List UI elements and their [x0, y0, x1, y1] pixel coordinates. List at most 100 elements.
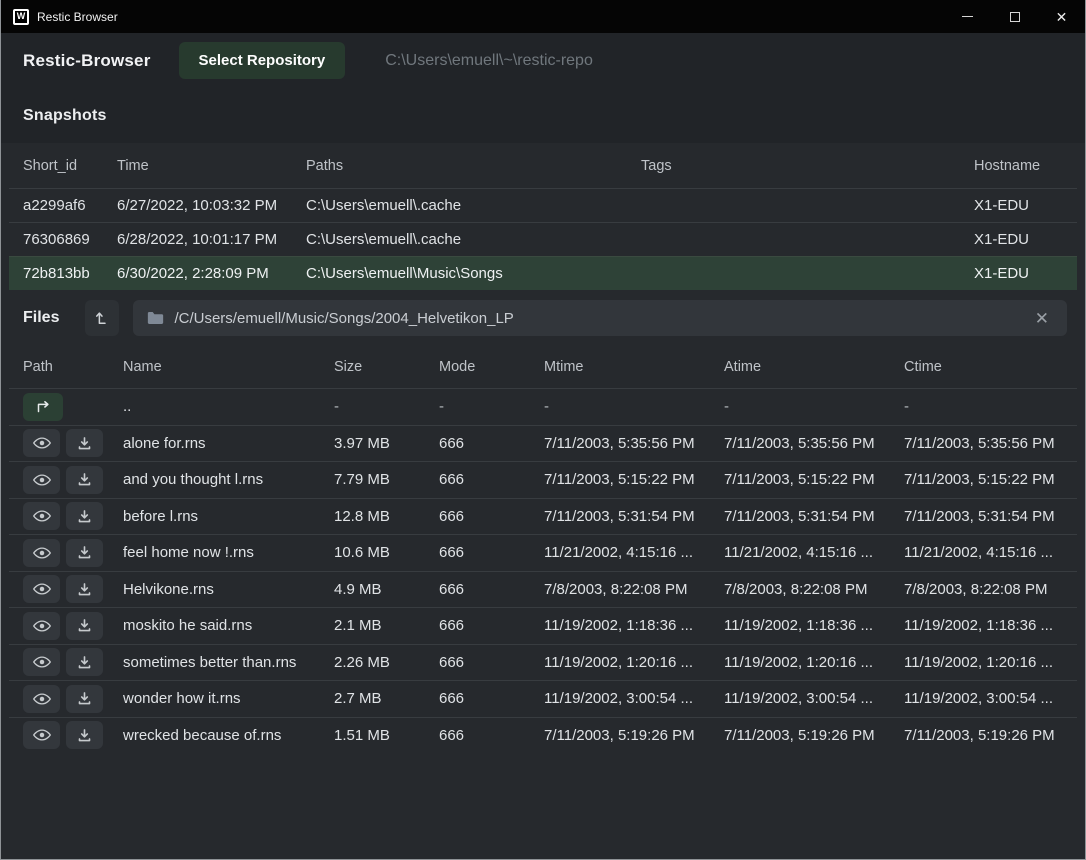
download-button[interactable]	[66, 539, 103, 567]
file-name: alone for.rns	[123, 435, 334, 452]
app-header: Restic-Browser Select Repository C:\User…	[1, 33, 1085, 88]
current-path-bar[interactable]: /C/Users/emuell/Music/Songs/2004_Helveti…	[133, 300, 1067, 336]
file-name: sometimes better than.rns	[123, 654, 334, 671]
download-icon	[77, 691, 92, 706]
download-button[interactable]	[66, 612, 103, 640]
file-mtime: 11/19/2002, 1:18:36 ...	[544, 617, 724, 634]
file-mode: 666	[439, 508, 544, 525]
file-mtime: 7/11/2003, 5:15:22 PM	[544, 471, 724, 488]
preview-button[interactable]	[23, 721, 60, 749]
eye-icon	[33, 546, 51, 560]
maximize-button[interactable]	[991, 0, 1038, 33]
snapshot-row-selected[interactable]: 72b813bb 6/30/2022, 2:28:09 PM C:\Users\…	[9, 256, 1077, 290]
window-title: Restic Browser	[37, 10, 118, 24]
snapshot-paths: C:\Users\emuell\.cache	[306, 197, 641, 214]
parent-dir-button[interactable]	[23, 393, 63, 421]
col-time: Time	[117, 158, 306, 174]
minimize-icon	[962, 16, 973, 17]
file-size: 2.7 MB	[334, 690, 439, 707]
download-button[interactable]	[66, 575, 103, 603]
col-hostname: Hostname	[974, 158, 1063, 174]
file-mtime: -	[544, 398, 724, 415]
download-icon	[77, 582, 92, 597]
preview-button[interactable]	[23, 612, 60, 640]
file-mode: 666	[439, 544, 544, 561]
col-mode: Mode	[439, 359, 544, 375]
snapshots-section-header: Snapshots	[1, 88, 1085, 143]
close-button[interactable]: ✕	[1038, 0, 1085, 33]
eye-icon	[33, 619, 51, 633]
snapshot-paths: C:\Users\emuell\Music\Songs	[306, 265, 641, 282]
file-name: before l.rns	[123, 508, 334, 525]
clear-path-button[interactable]: ✕	[1031, 308, 1053, 329]
snapshot-time: 6/27/2022, 10:03:32 PM	[117, 197, 306, 214]
snapshot-hostname: X1-EDU	[974, 265, 1063, 282]
download-icon	[77, 728, 92, 743]
download-button[interactable]	[66, 466, 103, 494]
file-size: 7.79 MB	[334, 471, 439, 488]
parent-directory-row[interactable]: .. - - - - -	[9, 388, 1077, 425]
file-name: ..	[123, 398, 334, 415]
preview-button[interactable]	[23, 429, 60, 457]
snapshots-title: Snapshots	[23, 107, 107, 125]
preview-button[interactable]	[23, 539, 60, 567]
minimize-button[interactable]	[944, 0, 991, 33]
snapshots-table-header: Short_id Time Paths Tags Hostname	[1, 143, 1085, 188]
download-button[interactable]	[66, 648, 103, 676]
file-ctime: 7/11/2003, 5:15:22 PM	[904, 471, 1063, 488]
select-repository-button[interactable]: Select Repository	[179, 42, 346, 79]
file-ctime: 11/19/2002, 3:00:54 ...	[904, 690, 1063, 707]
file-ctime: 11/21/2002, 4:15:16 ...	[904, 544, 1063, 561]
file-name: and you thought l.rns	[123, 471, 334, 488]
col-path: Path	[23, 359, 123, 375]
arrow-turn-up-icon	[93, 309, 111, 327]
snapshot-short-id: 76306869	[23, 231, 117, 248]
preview-button[interactable]	[23, 502, 60, 530]
file-row[interactable]: sometimes better than.rns 2.26 MB 666 11…	[9, 644, 1077, 681]
download-icon	[77, 509, 92, 524]
arrow-turn-right-icon	[34, 398, 52, 416]
go-up-button[interactable]	[85, 300, 119, 336]
file-size: 2.1 MB	[334, 617, 439, 634]
file-row[interactable]: before l.rns 12.8 MB 666 7/11/2003, 5:31…	[9, 498, 1077, 535]
file-mode: 666	[439, 654, 544, 671]
file-row[interactable]: wonder how it.rns 2.7 MB 666 11/19/2002,…	[9, 680, 1077, 717]
eye-icon	[33, 728, 51, 742]
col-short-id: Short_id	[23, 158, 117, 174]
download-icon	[77, 655, 92, 670]
download-button[interactable]	[66, 721, 103, 749]
file-row[interactable]: moskito he said.rns 2.1 MB 666 11/19/200…	[9, 607, 1077, 644]
preview-button[interactable]	[23, 575, 60, 603]
preview-button[interactable]	[23, 466, 60, 494]
empty-area	[1, 753, 1085, 859]
preview-button[interactable]	[23, 648, 60, 676]
download-button[interactable]	[66, 502, 103, 530]
file-row[interactable]: Helvikone.rns 4.9 MB 666 7/8/2003, 8:22:…	[9, 571, 1077, 608]
download-icon	[77, 436, 92, 451]
snapshot-time: 6/28/2022, 10:01:17 PM	[117, 231, 306, 248]
file-row[interactable]: wrecked because of.rns 1.51 MB 666 7/11/…	[9, 717, 1077, 754]
download-button[interactable]	[66, 429, 103, 457]
file-atime: -	[724, 398, 904, 415]
download-icon	[77, 618, 92, 633]
file-row[interactable]: alone for.rns 3.97 MB 666 7/11/2003, 5:3…	[9, 425, 1077, 462]
app-title: Restic-Browser	[23, 51, 151, 71]
app-logo-icon: W	[13, 9, 29, 25]
file-mtime: 11/21/2002, 4:15:16 ...	[544, 544, 724, 561]
file-atime: 11/19/2002, 3:00:54 ...	[724, 690, 904, 707]
close-icon: ✕	[1056, 10, 1068, 24]
snapshot-row[interactable]: a2299af6 6/27/2022, 10:03:32 PM C:\Users…	[9, 188, 1077, 222]
file-row[interactable]: and you thought l.rns 7.79 MB 666 7/11/2…	[9, 461, 1077, 498]
file-name: wonder how it.rns	[123, 690, 334, 707]
file-atime: 7/11/2003, 5:19:26 PM	[724, 727, 904, 744]
snapshot-short-id: a2299af6	[23, 197, 117, 214]
file-size: 12.8 MB	[334, 508, 439, 525]
col-ctime: Ctime	[904, 359, 1063, 375]
download-button[interactable]	[66, 685, 103, 713]
file-row[interactable]: feel home now !.rns 10.6 MB 666 11/21/20…	[9, 534, 1077, 571]
preview-button[interactable]	[23, 685, 60, 713]
app-window: W Restic Browser ✕ Restic-Browser Select…	[0, 0, 1086, 860]
snapshot-row[interactable]: 76306869 6/28/2022, 10:01:17 PM C:\Users…	[9, 222, 1077, 256]
folder-icon	[147, 311, 164, 325]
snapshot-short-id: 72b813bb	[23, 265, 117, 282]
